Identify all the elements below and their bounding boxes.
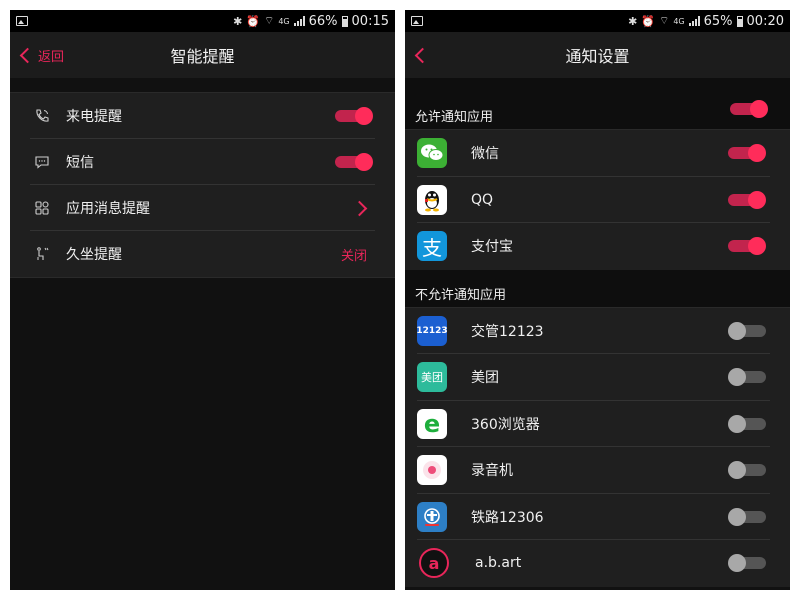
- reminder-list: 来电提醒 短信 应用消息提醒 久坐提醒 关闭: [10, 92, 395, 278]
- notification-settings-screen: ✱ ⏰ ⌔ 4G 65% 00:20 通知设置 允许通知应用 微信 QQ 支 支…: [405, 10, 790, 590]
- battery-icon: [341, 15, 348, 27]
- app-row-alipay[interactable]: 支 支付宝: [405, 223, 790, 270]
- app-row-railway-12306[interactable]: 铁路12306: [405, 494, 790, 540]
- app-toggle[interactable]: [728, 554, 766, 572]
- app-toggle[interactable]: [728, 414, 766, 433]
- back-label: 返回: [38, 49, 65, 65]
- wechat-toggle[interactable]: [728, 144, 766, 162]
- app-row-qq[interactable]: QQ: [405, 177, 790, 223]
- sedentary-reminder-row[interactable]: 久坐提醒 关闭: [10, 231, 395, 277]
- meituan-icon: 美团: [417, 362, 447, 393]
- app-message-reminder-row[interactable]: 应用消息提醒: [10, 185, 395, 231]
- app-toggle[interactable]: [728, 368, 766, 386]
- page-title: 智能提醒: [170, 47, 235, 66]
- app-header: 返回 智能提醒: [10, 32, 395, 78]
- allowed-section-title: 允许通知应用: [415, 110, 494, 125]
- app-message-reminder-label: 应用消息提醒: [66, 201, 150, 217]
- clock: 00:15: [351, 13, 389, 29]
- signal-icon: [293, 16, 305, 26]
- app-toggle[interactable]: [728, 507, 766, 526]
- network-type: 4G: [278, 16, 290, 26]
- app-row-recorder[interactable]: 录音机: [405, 447, 790, 494]
- qq-icon: [417, 184, 447, 215]
- wifi-icon: ⌔: [658, 14, 670, 27]
- chevron-left-icon: [19, 47, 36, 63]
- battery-icon: [736, 15, 743, 27]
- call-reminder-row[interactable]: 来电提醒: [10, 93, 395, 139]
- gallery-notification-icon: [411, 16, 423, 26]
- call-reminder-toggle[interactable]: [335, 107, 373, 125]
- wechat-icon: [417, 138, 447, 169]
- app-row-360-browser[interactable]: e 360浏览器: [405, 401, 790, 447]
- abart-icon: a: [419, 548, 449, 579]
- apps-grid-icon: [32, 198, 52, 218]
- app-row-wechat[interactable]: 微信: [405, 130, 790, 177]
- blocked-section-title: 不允许通知应用: [415, 287, 507, 303]
- allowed-apps-list: 微信 QQ 支 支付宝: [405, 130, 790, 270]
- alipay-icon: 支: [417, 231, 447, 262]
- allow-all-toggle[interactable]: [730, 100, 768, 118]
- traffic-12123-icon: 12123: [417, 315, 447, 346]
- page-title: 通知设置: [565, 47, 630, 66]
- sms-row[interactable]: 短信: [10, 139, 395, 185]
- network-type: 4G: [673, 16, 685, 26]
- alarm-icon: ⏰: [641, 14, 655, 28]
- phone-icon: [32, 106, 52, 126]
- alipay-toggle[interactable]: [728, 237, 766, 255]
- app-toggle[interactable]: [728, 321, 766, 340]
- back-button[interactable]: [414, 32, 431, 78]
- gallery-notification-icon: [16, 16, 28, 26]
- smart-reminder-screen: ✱ ⏰ ⌔ 4G 66% 00:15 返回 智能提醒 来电提醒 短信 应用消息提…: [10, 10, 395, 590]
- battery-percent: 66%: [308, 13, 338, 29]
- app-header: 通知设置: [405, 32, 790, 78]
- back-button[interactable]: 返回: [19, 32, 65, 78]
- status-bar: ✱ ⏰ ⌔ 4G 66% 00:15: [10, 10, 395, 32]
- sedentary-icon: [32, 244, 52, 264]
- app-row-abart[interactable]: a a.b.art: [405, 540, 790, 587]
- railway-12306-icon: [417, 501, 447, 532]
- message-icon: [32, 152, 52, 172]
- recorder-icon: [417, 455, 447, 486]
- qq-toggle[interactable]: [728, 190, 766, 209]
- app-toggle[interactable]: [728, 461, 766, 479]
- battery-percent: 65%: [703, 13, 733, 29]
- sms-toggle[interactable]: [335, 153, 373, 171]
- signal-icon: [688, 16, 700, 26]
- status-bar: ✱ ⏰ ⌔ 4G 65% 00:20: [405, 10, 790, 32]
- app-row-meituan[interactable]: 美团 美团: [405, 354, 790, 401]
- clock: 00:20: [746, 13, 784, 29]
- bluetooth-icon: ✱: [628, 14, 638, 28]
- bluetooth-icon: ✱: [233, 14, 243, 28]
- chevron-left-icon: [414, 47, 431, 63]
- blocked-section-header: 不允许通知应用: [405, 269, 790, 308]
- sedentary-status-text: 关闭: [340, 248, 367, 264]
- blocked-apps-list: 12123 交管12123 美团 美团 e 360浏览器 录音机 铁路12306…: [405, 307, 790, 587]
- browser-360-icon: e: [417, 408, 447, 439]
- app-row-12123[interactable]: 12123 交管12123: [405, 308, 790, 354]
- wifi-icon: ⌔: [263, 14, 275, 27]
- chevron-right-icon: [351, 200, 368, 216]
- alarm-icon: ⏰: [246, 14, 260, 28]
- allowed-section-header: 允许通知应用: [405, 78, 790, 130]
